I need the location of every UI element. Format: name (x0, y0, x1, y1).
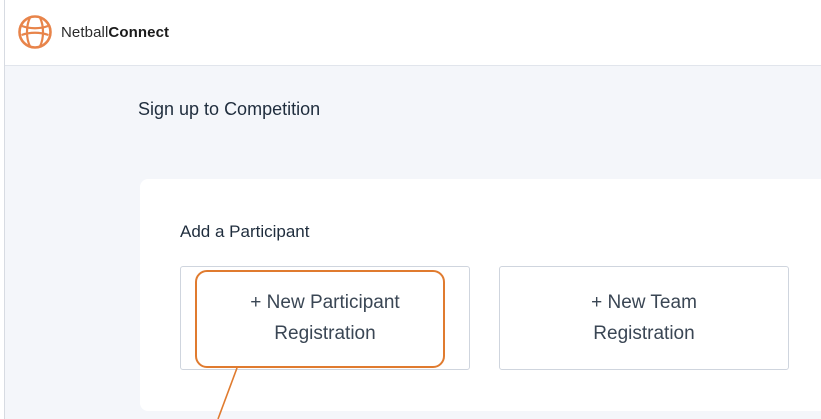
new-team-registration-label: + New Team Registration (591, 292, 697, 344)
new-participant-registration-label: + New Participant Registration (250, 292, 400, 344)
brand-name: NetballConnect (61, 24, 169, 41)
brand-name-bold: Connect (108, 23, 170, 41)
participant-card: Add a Participant + New Participant Regi… (140, 179, 821, 411)
new-participant-registration-button[interactable]: + New Participant Registration (180, 266, 470, 370)
page-title: Sign up to Competition (138, 99, 321, 119)
app-window: NetballConnect Sign up to Competition Ad… (4, 0, 821, 419)
netball-icon (18, 15, 52, 49)
top-header: NetballConnect (5, 0, 821, 66)
brand-logo[interactable]: NetballConnect (17, 14, 169, 50)
new-team-registration-button[interactable]: + New Team Registration (499, 266, 789, 370)
brand-name-regular: Netball (61, 23, 109, 41)
section-title: Add a Participant (180, 222, 310, 241)
